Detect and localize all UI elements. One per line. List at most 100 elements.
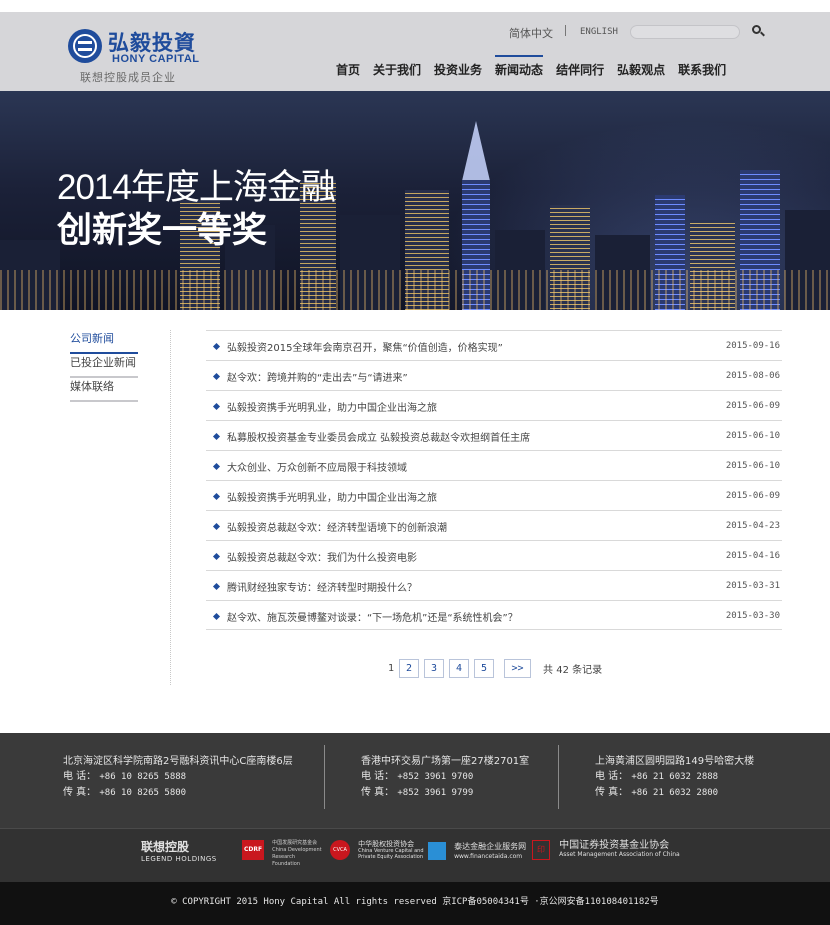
partner-taida-cn: 泰达金融企业服务网 [454,842,527,851]
amac-seal-icon: 印 [532,840,550,860]
list-item[interactable]: 弘毅投资总裁赵令欢：我们为什么投资电影 2015-04-16 [206,540,782,570]
pagination-current-page: 1 [388,662,395,674]
list-item[interactable]: 腾讯财经独家专访：经济转型时期投什么？ 2015-03-31 [206,570,782,600]
fax-number: +86 10 8265 5800 [99,788,187,798]
list-item[interactable]: 赵令欢、施瓦茨曼博鳌对谈录：“下一场危机”还是“系统性机会”？ 2015-03-3… [206,600,782,630]
hero-banner: 2014年度上海金融 创新奖一等奖 [0,91,830,310]
bullet-icon [212,372,221,381]
news-date: 2015-04-16 [725,551,780,561]
partner-taida[interactable]: 泰达金融企业服务网 www.financetaida.com [428,840,526,868]
pagination-total: 共 42 条记录 [543,661,602,676]
copyright-bar: © COPYRIGHT 2015 Hony Capital All rights… [0,882,830,925]
news-title[interactable]: 弘毅投资2015全球年会南京召开，聚焦“价值创造，价格实现” [227,339,503,354]
phone-number: +86 21 6032 2888 [631,772,719,782]
phone-label: 电 话： [361,771,395,782]
banner-city-lights [0,270,830,310]
nav-item-investment[interactable]: 投资业务 [428,59,488,81]
partner-cvca-en: China Venture Capital and Private Equity… [358,848,424,860]
partner-amac-en: Asset Management Association of China [559,851,680,858]
cvca-logo-icon: CVCA [330,840,350,860]
office-hongkong: 香港中环交易广场第一座27楼2701室 电 话： +852 3961 9700 … [361,754,529,801]
logo-subtitle: 联想控股成员企业 [80,71,176,84]
fax-number: +86 21 6032 2800 [631,788,719,798]
phone-label: 电 话： [63,771,97,782]
list-item[interactable]: 私募股权投资基金专业委员会成立 弘毅投资总裁赵令欢担纲首任主席 2015-06-1… [206,420,782,450]
news-sidebar: 公司新闻 已投企业新闻 媒体联络 [70,330,138,402]
list-item[interactable]: 赵令欢：跨境并购的“走出去”与“请进来” 2015-08-06 [206,360,782,390]
news-date: 2015-06-09 [725,401,780,411]
nav-item-partners[interactable]: 结伴同行 [550,59,610,81]
list-item[interactable]: 弘毅投资携手光明乳业，助力中国企业出海之旅 2015-06-09 [206,480,782,510]
office-shanghai: 上海黄浦区圆明园路149号哈密大楼 电 话： +86 21 6032 2888 … [595,754,754,801]
office-beijing: 北京海淀区科学院南路2号融科资讯中心C座南楼6层 电 话： +86 10 826… [63,754,293,801]
list-item[interactable]: 弘毅投资2015全球年会南京召开，聚焦“价值创造，价格实现” 2015-09-16 [206,330,782,360]
pagination-page-3[interactable]: 3 [424,658,445,678]
fax-label: 传 真： [63,787,97,798]
pagination-next-button[interactable]: >> [504,658,532,678]
news-title[interactable]: 弘毅投资总裁赵令欢：经济转型语境下的创新浪潮 [227,519,447,534]
news-title[interactable]: 弘毅投资携手光明乳业，助力中国企业出海之旅 [227,489,437,504]
content-divider [170,330,171,685]
news-date: 2015-06-09 [725,491,780,501]
news-title[interactable]: 弘毅投资携手光明乳业，助力中国企业出海之旅 [227,399,437,414]
bullet-icon [212,402,221,411]
bullet-icon [212,522,221,531]
phone-number: +86 10 8265 5888 [99,772,187,782]
news-title[interactable]: 私募股权投资基金专业委员会成立 弘毅投资总裁赵令欢担纲首任主席 [227,429,530,444]
partner-cvca-text: 中华股权投资协会 China Venture Capital and Priva… [358,840,428,860]
partner-cvca[interactable]: CVCA 中华股权投资协会 China Venture Capital and … [330,840,428,868]
search-icon[interactable] [751,24,765,38]
cdrf-logo-icon: CDRF [242,840,264,860]
footer-divider [324,745,325,809]
news-title[interactable]: 赵令欢、施瓦茨曼博鳌对谈录：“下一场危机”还是“系统性机会”？ [227,609,518,624]
news-list: 弘毅投资2015全球年会南京召开，聚焦“价值创造，价格实现” 2015-09-16… [206,330,782,630]
news-title[interactable]: 大众创业、万众创新不应局限于科技领域 [227,459,407,474]
partner-amac[interactable]: 印 中国证券投资基金业协会 Asset Management Associati… [532,840,680,868]
main-nav: 首页 关于我们 投资业务 新闻动态 结伴同行 弘毅观点 联系我们 [330,55,733,83]
lang-english-link[interactable]: ENGLISH [580,27,618,37]
sidebar-item-media-contact[interactable]: 媒体联络 [70,378,138,402]
nav-item-contact[interactable]: 联系我们 [672,59,732,81]
bullet-icon [212,462,221,471]
pagination-page-4[interactable]: 4 [449,658,470,678]
bullet-icon [212,552,221,561]
pagination-page-2[interactable]: 2 [399,658,420,678]
sidebar-item-company-news[interactable]: 公司新闻 [70,330,138,354]
fax-label: 传 真： [361,787,395,798]
search-input[interactable] [630,25,740,39]
list-item[interactable]: 弘毅投资总裁赵令欢：经济转型语境下的创新浪潮 2015-04-23 [206,510,782,540]
sidebar-item-portfolio-news[interactable]: 已投企业新闻 [70,354,138,378]
news-title[interactable]: 腾讯财经独家专访：经济转型时期投什么？ [227,579,417,594]
list-item[interactable]: 弘毅投资携手光明乳业，助力中国企业出海之旅 2015-06-09 [206,390,782,420]
fax-label: 传 真： [595,787,629,798]
office-address: 北京海淀区科学院南路2号融科资讯中心C座南楼6层 [63,756,293,767]
list-item[interactable]: 大众创业、万众创新不应局限于科技领域 2015-06-10 [206,450,782,480]
nav-item-about[interactable]: 关于我们 [367,59,427,81]
lang-separator [565,25,566,36]
nav-item-views[interactable]: 弘毅观点 [611,59,671,81]
footer-divider [558,745,559,809]
lang-chinese-link[interactable]: 简体中文 [509,25,553,41]
partner-legend-cn: 联想控股 [141,840,190,854]
footer-offices: 北京海淀区科学院南路2号融科资讯中心C座南楼6层 电 话： +86 10 826… [0,733,830,828]
partner-cdrf[interactable]: CDRF 中国发展研究基金会 China Development Researc… [242,840,322,868]
copyright-text: © COPYRIGHT 2015 Hony Capital All rights… [171,897,659,907]
news-date: 2015-09-16 [725,341,780,351]
nav-item-news[interactable]: 新闻动态 [489,55,549,81]
pagination: 1 2 3 4 5 >> 共 42 条记录 [388,658,602,678]
bullet-icon [212,342,221,351]
logo[interactable]: 弘毅投資 HONY CAPITAL 联想控股成员企业 [68,27,208,85]
partner-legend-holdings[interactable]: 联想控股 LEGEND HOLDINGS [141,840,217,868]
logo-english-name: HONY CAPITAL [112,53,200,65]
news-date: 2015-04-23 [725,521,780,531]
news-title[interactable]: 弘毅投资总裁赵令欢：我们为什么投资电影 [227,549,417,564]
top-strip [0,0,830,12]
partner-amac-text: 中国证券投资基金业协会 Asset Management Association… [559,840,680,859]
partner-taida-text: 泰达金融企业服务网 www.financetaida.com [454,842,526,862]
news-title[interactable]: 赵令欢：跨境并购的“走出去”与“请进来” [227,369,408,384]
nav-item-home[interactable]: 首页 [330,59,366,81]
banner-headline-line2: 创新奖一等奖 [57,211,268,250]
partner-taida-url: www.financetaida.com [454,853,523,860]
logo-emblem-icon [68,29,102,63]
pagination-page-5[interactable]: 5 [474,658,495,678]
